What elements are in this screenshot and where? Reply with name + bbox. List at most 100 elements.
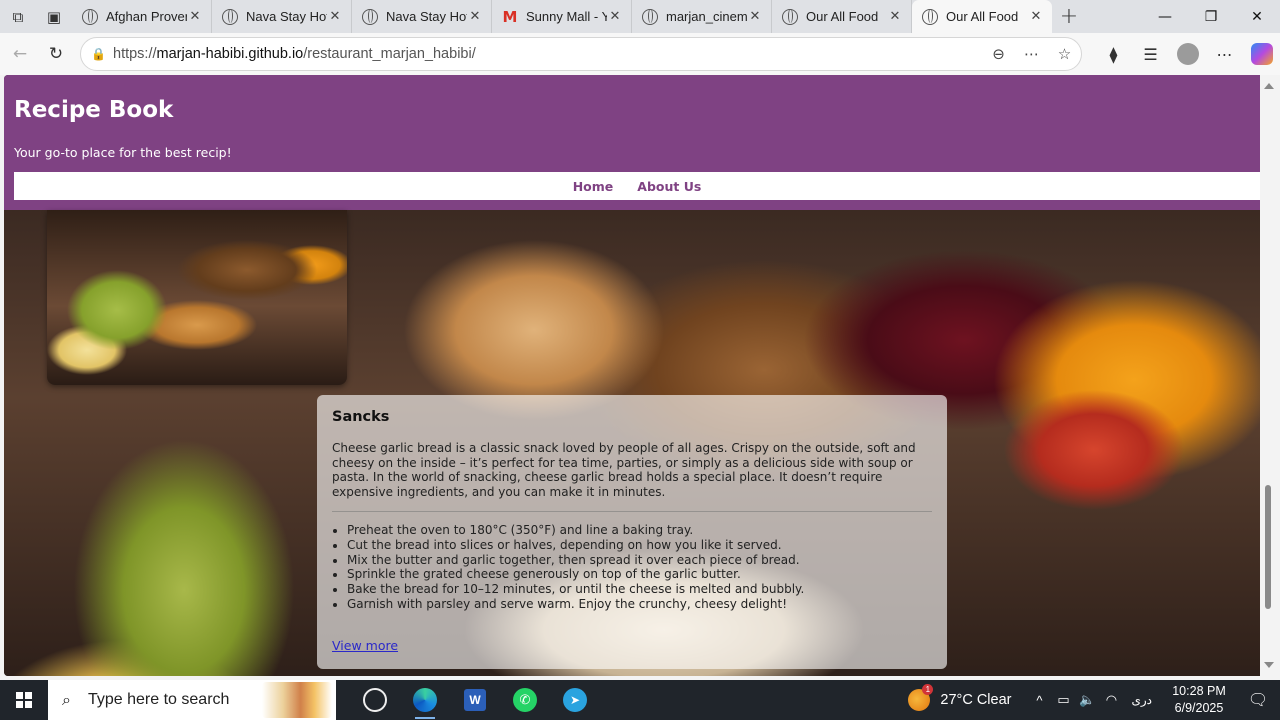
taskbar-telegram[interactable]: ➤ (550, 680, 600, 720)
search-highlight-image (262, 682, 332, 718)
browser-tab[interactable]: M Sunny Mall - Yo✕ (492, 0, 632, 33)
search-placeholder: Type here to search (88, 691, 230, 708)
globe-icon (922, 8, 938, 25)
browser-tab[interactable]: Our All Food ✕ (772, 0, 912, 33)
weather-icon[interactable]: 1 (908, 684, 934, 711)
browser-toolbar: ← ↻ 🔒 https://marjan-habibi.github.io/re… (0, 33, 1280, 75)
search-icon: ⌕ (62, 690, 71, 709)
browser-tab[interactable]: Our All Food ✕ (912, 0, 1052, 33)
tab-close-icon[interactable]: ✕ (1028, 9, 1044, 24)
close-window-button[interactable]: ✕ (1234, 0, 1280, 33)
profile-button[interactable] (1169, 36, 1206, 72)
taskbar-chatgpt[interactable] (350, 680, 400, 720)
whatsapp-icon: ✆ (513, 688, 537, 712)
restore-button[interactable]: ❐ (1188, 0, 1234, 33)
taskbar: ⌕ Type here to search W ✆ ➤ 1 27°C Clear… (0, 680, 1280, 720)
clock-date: 6/9/2025 (1174, 701, 1224, 715)
scroll-up-arrow[interactable] (1264, 83, 1274, 89)
url-text[interactable]: https://marjan-habibi.github.io/restaura… (113, 46, 982, 62)
taskbar-edge[interactable] (400, 680, 450, 720)
language-indicator[interactable]: دری (1131, 693, 1152, 707)
scroll-down-arrow[interactable] (1264, 662, 1274, 668)
tab-actions-icon[interactable]: ▣ (36, 0, 72, 33)
globe-icon (782, 8, 798, 25)
telegram-icon: ➤ (563, 688, 587, 712)
url-host: marjan-habibi.github.io (156, 46, 304, 62)
zoom-icon[interactable]: ⊖ (982, 45, 1015, 63)
recipe-step: Bake the bread for 10–12 minutes, or unt… (347, 582, 932, 597)
scrollbar-thumb[interactable] (1265, 485, 1271, 609)
site-nav: Home About Us (14, 172, 1260, 200)
word-icon: W (464, 689, 486, 711)
edge-icon (413, 688, 437, 712)
settings-menu-icon[interactable]: ⋯ (1206, 36, 1243, 72)
view-more-link[interactable]: View more (332, 638, 398, 653)
browser-tab[interactable]: Afghan Proverb✕ (72, 0, 212, 33)
recipe-title: Sancks (332, 409, 390, 425)
tab-close-icon[interactable]: ✕ (607, 9, 623, 24)
back-button[interactable]: ← (2, 36, 38, 72)
tab-close-icon[interactable]: ✕ (887, 9, 903, 24)
copilot-icon (1250, 43, 1273, 65)
weather-badge: 1 (922, 684, 934, 695)
workspaces-icon[interactable]: ⧉ (0, 0, 36, 33)
clock-time: 10:28 PM (1172, 684, 1226, 698)
nav-about-link[interactable]: About Us (637, 179, 701, 194)
tab-title: Our All Food (806, 9, 879, 24)
weather-text[interactable]: 27°C Clear (940, 692, 1011, 708)
recipe-step: Garnish with parsley and serve warm. Enj… (347, 597, 932, 612)
tab-strip: ⧉ ▣ Afghan Proverb✕Nava Stay Hotel✕Nava … (0, 0, 1280, 33)
windows-logo-icon (16, 692, 32, 708)
browser-tab[interactable]: Nava Stay Hotel✕ (212, 0, 352, 33)
window-controls: — ❐ ✕ (1142, 0, 1280, 33)
url-scheme: https:// (113, 46, 157, 62)
read-aloud-icon[interactable]: ⋯ (1015, 45, 1048, 63)
page-scrollbar[interactable] (1260, 75, 1280, 676)
chevron-up-icon[interactable]: ^ (1027, 693, 1051, 708)
snack-thumbnail-image (47, 210, 347, 385)
recipe-card: Sancks Cheese garlic bread is a classic … (317, 395, 947, 669)
tab-title: Afghan Proverb (106, 9, 187, 24)
new-tab-button[interactable]: + (1052, 4, 1086, 29)
page-viewport: Recipe Book Your go-to place for the bes… (4, 75, 1260, 676)
taskbar-word[interactable]: W (450, 680, 500, 720)
tab-title: marjan_cinema (666, 9, 747, 24)
avatar (1176, 43, 1199, 65)
chatgpt-icon (363, 688, 387, 712)
tab-title: Nava Stay Hotel (246, 9, 327, 24)
tab-close-icon[interactable]: ✕ (187, 9, 203, 24)
notifications-icon[interactable]: 🗨 (1236, 690, 1280, 710)
taskbar-whatsapp[interactable]: ✆ (500, 680, 550, 720)
extensions-icon[interactable]: ⧫ (1095, 36, 1132, 72)
globe-icon (222, 8, 238, 25)
tab-title: Our All Food (946, 9, 1019, 24)
refresh-button[interactable]: ↻ (38, 36, 74, 72)
speaker-muted-icon[interactable]: 🔈 (1075, 692, 1099, 708)
site-info-icon[interactable]: 🔒 (91, 47, 113, 61)
minimize-button[interactable]: — (1142, 0, 1188, 33)
tab-close-icon[interactable]: ✕ (747, 9, 763, 24)
tab-close-icon[interactable]: ✕ (467, 9, 483, 24)
tab-title: Sunny Mall - Yo (526, 9, 607, 24)
favorite-star-icon[interactable]: ☆ (1048, 45, 1081, 63)
globe-icon (82, 8, 98, 25)
address-bar[interactable]: 🔒 https://marjan-habibi.github.io/restau… (80, 37, 1082, 71)
browser-tab[interactable]: marjan_cinema ✕ (632, 0, 772, 33)
browser-tab[interactable]: Nava Stay Hotel✕ (352, 0, 492, 33)
recipe-step: Preheat the oven to 180°C (350°F) and li… (347, 523, 932, 538)
copilot-button[interactable] (1243, 36, 1280, 72)
wifi-icon[interactable]: ◠ (1099, 692, 1123, 708)
taskbar-search[interactable]: ⌕ Type here to search (48, 680, 336, 720)
site-title: Recipe Book (14, 97, 174, 123)
card-divider (332, 511, 932, 513)
tab-list: Afghan Proverb✕Nava Stay Hotel✕Nava Stay… (72, 0, 1052, 33)
nav-home-link[interactable]: Home (573, 179, 614, 194)
tab-close-icon[interactable]: ✕ (327, 9, 343, 24)
battery-icon[interactable]: ▭ (1051, 692, 1075, 708)
recipe-step: Mix the butter and garlic together, then… (347, 553, 932, 568)
favorites-icon[interactable]: ☰ (1132, 36, 1169, 72)
start-button[interactable] (0, 680, 48, 720)
tab-title: Nava Stay Hotel (386, 9, 467, 24)
clock[interactable]: 10:28 PM 6/9/2025 (1162, 683, 1236, 717)
site-header: Recipe Book Your go-to place for the bes… (4, 75, 1260, 210)
